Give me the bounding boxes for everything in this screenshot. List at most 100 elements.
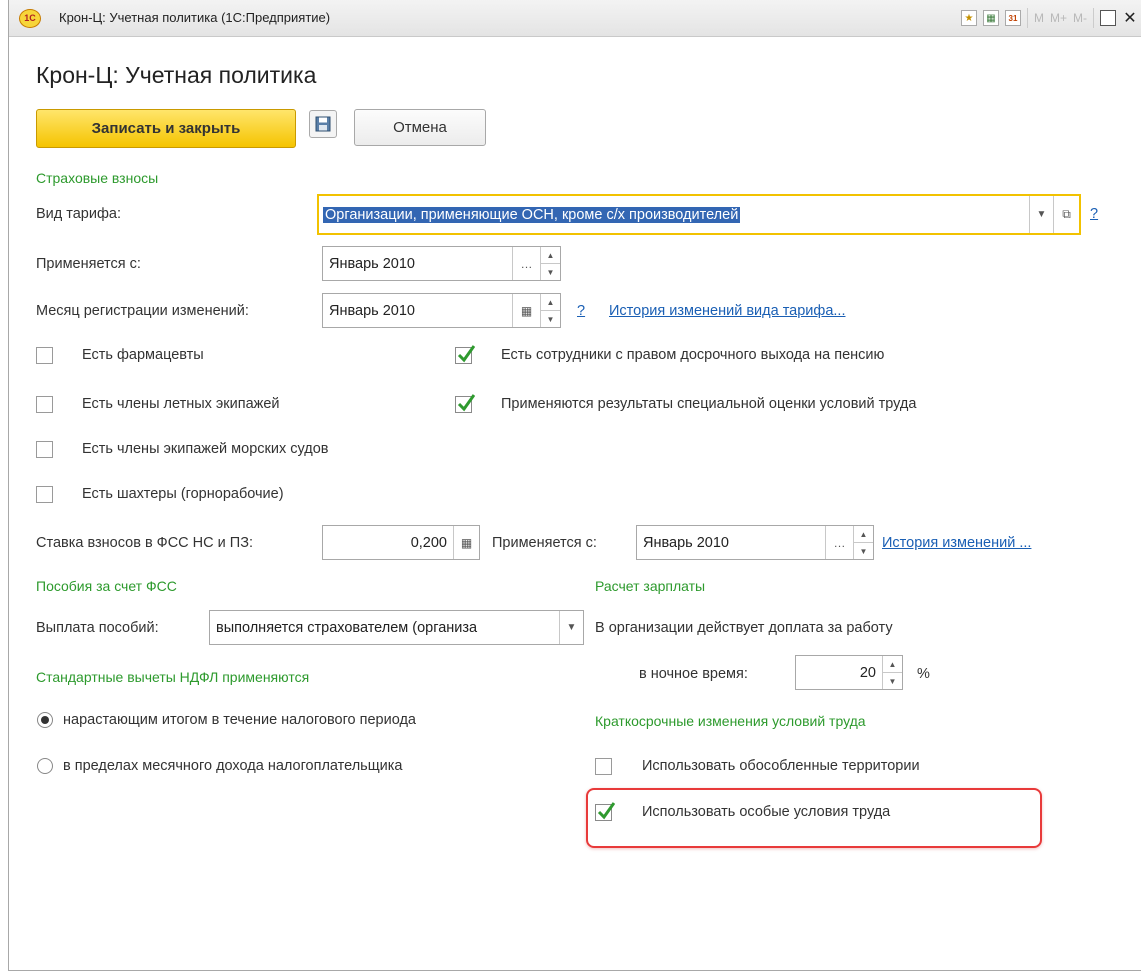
checkbox-sea-crew-label: Есть члены экипажей морских судов	[82, 441, 329, 457]
checkbox-early-pension[interactable]	[455, 345, 475, 364]
save-and-close-button[interactable]: Записать и закрыть	[36, 109, 296, 148]
payment-value: выполняется страхователем (организа	[216, 619, 478, 636]
memory-button-m[interactable]: M	[1034, 11, 1044, 25]
spin-down-icon[interactable]: ▼	[854, 542, 873, 559]
checkbox-separate-territories[interactable]	[595, 758, 612, 775]
tariff-value: Организации, применяющие ОСН, кроме с/х …	[323, 206, 741, 223]
spin-up-icon[interactable]: ▲	[854, 526, 873, 542]
spin-down-icon[interactable]: ▼	[883, 672, 902, 689]
check-icon	[597, 802, 615, 820]
tariff-history-link[interactable]: История изменений вида тарифа...	[609, 303, 846, 319]
radio-cumulative[interactable]	[37, 712, 53, 728]
section-payroll: Расчет зарплаты	[595, 578, 706, 594]
night-percent-input[interactable]: 20 ▲ ▼	[795, 655, 903, 690]
checkbox-box[interactable]	[36, 347, 53, 364]
maximize-icon[interactable]	[1100, 10, 1116, 26]
night-work-text: В организации действует доплата за работ…	[595, 620, 893, 636]
reg-month-stepper[interactable]: ▲ ▼	[540, 294, 560, 327]
radio-button[interactable]	[37, 712, 53, 728]
radio-monthly-label: в пределах месячного дохода налогоплател…	[63, 758, 403, 774]
form-title: Крон-Ц: Учетная политика	[36, 62, 317, 88]
checkbox-miners[interactable]	[36, 486, 53, 503]
reg-month-label: Месяц регистрации изменений:	[36, 303, 249, 319]
toolbar-separator	[1026, 8, 1028, 28]
checkbox-special-conditions-label: Использовать особые условия труда	[642, 804, 891, 820]
memory-button-m-plus[interactable]: M+	[1050, 11, 1067, 25]
fss-applies-input[interactable]: Январь 2010 … ▲ ▼	[636, 525, 874, 560]
checkbox-pharmacists[interactable]	[36, 347, 53, 364]
spin-down-icon[interactable]: ▼	[541, 263, 560, 280]
checkbox-miners-label: Есть шахтеры (горнорабочие)	[82, 486, 284, 502]
spin-down-icon[interactable]: ▼	[541, 310, 560, 327]
radio-cumulative-label: нарастающим итогом в течение налогового …	[63, 712, 416, 728]
checkbox-sea-crew[interactable]	[36, 441, 53, 458]
fss-history-link[interactable]: История изменений ...	[882, 535, 1031, 551]
fss-applies-stepper[interactable]: ▲ ▼	[853, 526, 873, 559]
spin-up-icon[interactable]: ▲	[541, 247, 560, 263]
section-benefits: Пособия за счет ФСС	[36, 578, 177, 594]
close-icon[interactable]: ✕	[1122, 8, 1138, 28]
reg-month-help-link[interactable]: ?	[577, 303, 585, 319]
check-icon	[457, 345, 475, 363]
spin-up-icon[interactable]: ▲	[883, 656, 902, 672]
calculator-icon[interactable]: ▦	[453, 526, 479, 559]
tariff-help-link[interactable]: ?	[1090, 206, 1098, 222]
applies-from-value: Январь 2010	[329, 255, 415, 272]
favorites-icon[interactable]: ★	[960, 10, 977, 26]
floppy-disk-icon	[315, 116, 331, 132]
cancel-button[interactable]: Отмена	[354, 109, 486, 146]
memory-button-m-minus[interactable]: M-	[1073, 11, 1087, 25]
open-form-icon[interactable]: ⧉	[1053, 196, 1079, 233]
fss-rate-input[interactable]: 0,200 ▦	[322, 525, 480, 560]
section-short-term: Краткосрочные изменения условий труда	[595, 713, 866, 729]
toolbar-separator	[1093, 8, 1094, 28]
tariff-select[interactable]: Организации, применяющие ОСН, кроме с/х …	[317, 194, 1081, 235]
night-percent-stepper[interactable]: ▲ ▼	[882, 656, 902, 689]
checkbox-box[interactable]	[455, 345, 475, 364]
checkbox-box[interactable]	[455, 394, 475, 413]
checkbox-box[interactable]	[36, 486, 53, 503]
applies-from-stepper[interactable]: ▲ ▼	[540, 247, 560, 280]
calendar-picker-icon[interactable]: ▦	[512, 294, 540, 327]
section-ndfl: Стандартные вычеты НДФЛ применяются	[36, 669, 310, 685]
fss-applies-label: Применяется с:	[492, 535, 597, 551]
checkbox-box[interactable]	[595, 758, 612, 775]
payment-select[interactable]: выполняется страхователем (организа ▼	[209, 610, 584, 645]
percent-sign: %	[917, 666, 930, 682]
reg-month-input[interactable]: Январь 2010 ▦ ▲ ▼	[322, 293, 561, 328]
checkbox-special-assessment[interactable]	[455, 394, 475, 413]
checkbox-flight-crew-label: Есть члены летных экипажей	[82, 396, 280, 412]
radio-monthly[interactable]	[37, 758, 53, 774]
ellipsis-button[interactable]: …	[825, 526, 853, 559]
app-window: 1С Крон-Ц: Учетная политика (1С:Предприя…	[8, 0, 1141, 971]
reg-month-value: Январь 2010	[329, 302, 415, 319]
dropdown-arrow-icon[interactable]: ▼	[559, 611, 583, 644]
tariff-label: Вид тарифа:	[36, 206, 121, 222]
spin-up-icon[interactable]: ▲	[541, 294, 560, 310]
ellipsis-button[interactable]: …	[512, 247, 540, 280]
title-bar: 1С Крон-Ц: Учетная политика (1С:Предприя…	[9, 0, 1141, 37]
checkbox-box[interactable]	[36, 441, 53, 458]
checkbox-pharmacists-label: Есть фармацевты	[82, 347, 204, 363]
night-percent-value: 20	[859, 664, 876, 681]
dropdown-arrow-icon[interactable]: ▼	[1029, 196, 1053, 233]
save-button[interactable]	[309, 110, 337, 138]
radio-button[interactable]	[37, 758, 53, 774]
1c-logo: 1С	[19, 9, 41, 28]
checkbox-box[interactable]	[36, 396, 53, 413]
check-icon	[457, 394, 475, 412]
applies-from-input[interactable]: Январь 2010 … ▲ ▼	[322, 246, 561, 281]
fss-rate-label: Ставка взносов в ФСС НС и ПЗ:	[36, 535, 253, 551]
night-time-label: в ночное время:	[639, 666, 748, 682]
checkbox-flight-crew[interactable]	[36, 396, 53, 413]
applies-from-label: Применяется с:	[36, 256, 141, 272]
calculator-icon[interactable]: ▦	[982, 10, 999, 26]
payment-label: Выплата пособий:	[36, 620, 159, 636]
section-insurance: Страховые взносы	[36, 170, 159, 186]
window-title: Крон-Ц: Учетная политика (1С:Предприятие…	[59, 10, 331, 25]
checkbox-box[interactable]	[595, 802, 615, 821]
checkbox-special-conditions[interactable]	[595, 802, 615, 821]
calendar-icon[interactable]: 31	[1004, 10, 1021, 26]
fss-applies-value: Январь 2010	[643, 534, 729, 551]
checkbox-special-assessment-label: Применяются результаты специальной оценк…	[501, 396, 917, 412]
